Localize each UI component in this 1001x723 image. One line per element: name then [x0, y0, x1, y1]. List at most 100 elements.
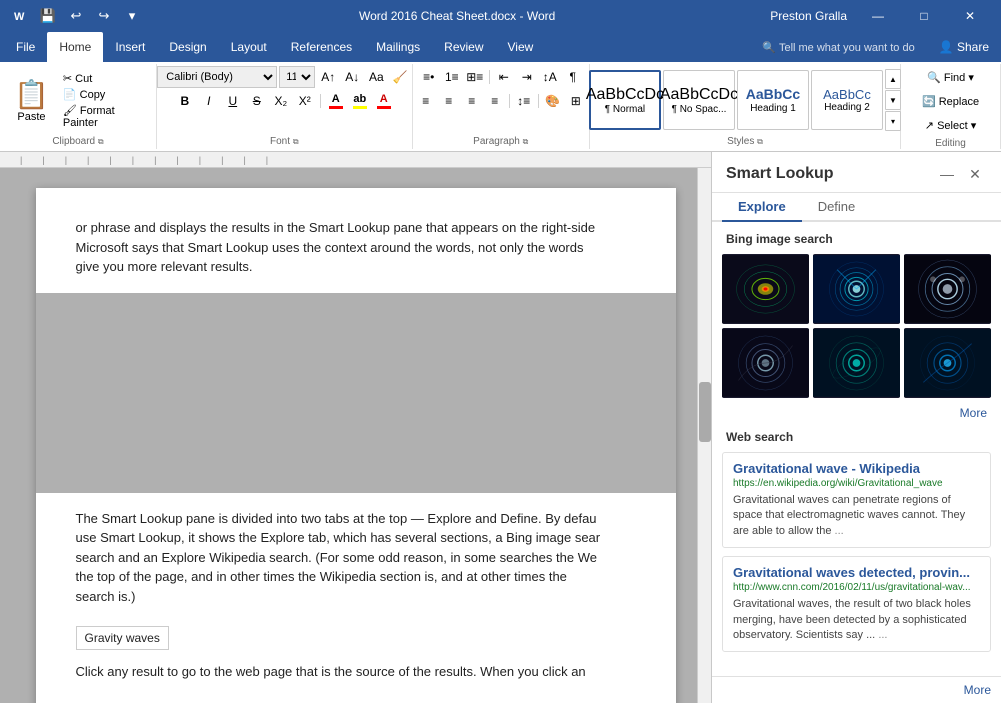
highlight-color-button[interactable]: ab	[349, 90, 371, 112]
sr2-title: Gravitational waves detected, provin...	[733, 565, 980, 580]
style-heading2-preview: AaBbCc	[823, 87, 871, 103]
text-highlight-button[interactable]: A	[373, 90, 395, 112]
para-row1: ≡• 1≡ ⊞≡ ⇤ ⇥ ↕A ¶	[418, 66, 584, 88]
clipboard-content: 📋 Paste ✂ Cut 📄 Copy 🖌 Format Painter	[6, 66, 150, 134]
font-size-select[interactable]: 11	[279, 66, 315, 88]
sort-button[interactable]: ↕A	[539, 66, 561, 88]
page-break-area	[36, 293, 676, 493]
style-normal[interactable]: AaBbCcDc ¶ Normal	[589, 70, 661, 130]
font-name-select[interactable]: Calibri (Body)	[157, 66, 277, 88]
tab-view[interactable]: View	[496, 32, 546, 62]
align-left-button[interactable]: ≡	[415, 90, 437, 112]
wave-image-4[interactable]	[722, 328, 809, 398]
more-images-link[interactable]: More	[722, 406, 991, 420]
smart-lookup-collapse-button[interactable]: —	[935, 162, 959, 186]
vertical-scrollbar[interactable]	[697, 168, 711, 703]
find-button[interactable]: 🔍 Find ▾	[921, 66, 980, 88]
document-area: |||||||||||| or phrase and displays the …	[0, 152, 711, 703]
font-label: Font ⧉	[270, 134, 299, 147]
smart-lookup-content[interactable]: Bing image search	[712, 222, 1001, 676]
bullets-button[interactable]: ≡•	[418, 66, 440, 88]
search-result-2[interactable]: Gravitational waves detected, provin... …	[722, 556, 991, 652]
style-no-spacing[interactable]: AaBbCcDc ¶ No Spac...	[663, 70, 735, 130]
maximize-button[interactable]: □	[901, 0, 947, 32]
tab-home[interactable]: Home	[47, 32, 103, 62]
font-row1: Calibri (Body) 11 A↑ A↓ Aa 🧹	[157, 66, 411, 88]
paste-button[interactable]: 📋 Paste	[6, 74, 57, 127]
tab-layout[interactable]: Layout	[219, 32, 279, 62]
editing-label: Editing	[935, 136, 966, 149]
borders-button[interactable]: ⊞	[565, 90, 587, 112]
line-spacing-button[interactable]: ↕≡	[513, 90, 535, 112]
title-bar: W 💾 ↩ ↪ ▾ Word 2016 Cheat Sheet.docx - W…	[0, 0, 1001, 32]
document-scroll-area[interactable]: or phrase and displays the results in th…	[0, 168, 711, 703]
tab-design[interactable]: Design	[157, 32, 218, 62]
tell-me-input[interactable]: 🔍 Tell me what you want to do	[750, 32, 926, 62]
share-button[interactable]: 👤 Share	[927, 32, 1001, 62]
smart-lookup-footer: More	[712, 676, 1001, 703]
shading-button[interactable]: 🎨	[542, 90, 564, 112]
cut-button[interactable]: ✂ Cut	[59, 71, 150, 86]
decrease-font-button[interactable]: A↓	[341, 66, 363, 88]
more-bottom-link[interactable]: More	[964, 683, 991, 697]
change-case-button[interactable]: Aa	[365, 66, 387, 88]
superscript-button[interactable]: X²	[294, 90, 316, 112]
svg-text:W: W	[14, 11, 25, 23]
style-heading1[interactable]: AaBbCc Heading 1	[737, 70, 809, 130]
clipboard-group: 📋 Paste ✂ Cut 📄 Copy 🖌 Format Painter Cl…	[0, 64, 157, 149]
para-content: ≡• 1≡ ⊞≡ ⇤ ⇥ ↕A ¶ ≡ ≡ ≡ ≡ ↕≡ 🎨 ⊞	[415, 66, 587, 134]
tab-file[interactable]: File	[4, 32, 47, 62]
format-painter-button[interactable]: 🖌 Format Painter	[59, 103, 150, 130]
style-scroll-down[interactable]: ▼	[885, 90, 901, 110]
font-color-button[interactable]: A	[325, 90, 347, 112]
wave-image-5[interactable]	[813, 328, 900, 398]
numbering-button[interactable]: 1≡	[441, 66, 463, 88]
smart-lookup-close-button[interactable]: ✕	[963, 162, 987, 186]
wave-image-2[interactable]	[813, 254, 900, 324]
italic-button[interactable]: I	[198, 90, 220, 112]
align-center-button[interactable]: ≡	[438, 90, 460, 112]
close-button[interactable]: ✕	[947, 0, 993, 32]
show-hide-button[interactable]: ¶	[562, 66, 584, 88]
minimize-button[interactable]: —	[855, 0, 901, 32]
underline-button[interactable]: U	[222, 90, 244, 112]
tab-review[interactable]: Review	[432, 32, 495, 62]
wave-image-6[interactable]	[904, 328, 991, 398]
wave-image-3[interactable]	[904, 254, 991, 324]
undo-button[interactable]: ↩	[64, 4, 88, 28]
styles-content: AaBbCcDc ¶ Normal AaBbCcDc ¶ No Spac... …	[589, 66, 901, 134]
increase-font-button[interactable]: A↑	[317, 66, 339, 88]
sr1-url: https://en.wikipedia.org/wiki/Gravitatio…	[733, 478, 980, 489]
strikethrough-button[interactable]: S	[246, 90, 268, 112]
redo-button[interactable]: ↪	[92, 4, 116, 28]
style-scroll-more[interactable]: ▾	[885, 111, 901, 131]
align-right-button[interactable]: ≡	[461, 90, 483, 112]
web-search-title: Web search	[722, 430, 991, 444]
subscript-button[interactable]: X₂	[270, 90, 292, 112]
wave-image-1[interactable]	[722, 254, 809, 324]
style-scroll-up[interactable]: ▲	[885, 69, 901, 89]
search-result-1[interactable]: Gravitational wave - Wikipedia https://e…	[722, 452, 991, 548]
decrease-indent-button[interactable]: ⇤	[493, 66, 515, 88]
save-button[interactable]: 💾	[36, 4, 60, 28]
copy-button[interactable]: 📄 Copy	[59, 87, 150, 102]
clear-formatting-button[interactable]: 🧹	[389, 66, 411, 88]
tab-mailings[interactable]: Mailings	[364, 32, 432, 62]
increase-indent-button[interactable]: ⇥	[516, 66, 538, 88]
font-group: Calibri (Body) 11 A↑ A↓ Aa 🧹 B I U S X₂ …	[157, 64, 413, 149]
tab-references[interactable]: References	[279, 32, 364, 62]
tab-insert[interactable]: Insert	[103, 32, 157, 62]
multilevel-list-button[interactable]: ⊞≡	[464, 66, 486, 88]
smart-lookup-title: Smart Lookup	[726, 165, 834, 183]
style-heading1-label: Heading 1	[750, 103, 796, 114]
style-no-spacing-preview: AaBbCcDc	[660, 85, 738, 104]
scrollbar-thumb[interactable]	[699, 382, 711, 442]
replace-button[interactable]: 🔄 Replace	[916, 90, 985, 112]
style-heading2[interactable]: AaBbCc Heading 2	[811, 70, 883, 130]
tab-explore[interactable]: Explore	[722, 193, 802, 222]
select-button[interactable]: ↗ Select ▾	[919, 114, 982, 136]
bold-button[interactable]: B	[174, 90, 196, 112]
qat-dropdown-button[interactable]: ▾	[120, 4, 144, 28]
tab-define[interactable]: Define	[802, 193, 872, 222]
justify-button[interactable]: ≡	[484, 90, 506, 112]
